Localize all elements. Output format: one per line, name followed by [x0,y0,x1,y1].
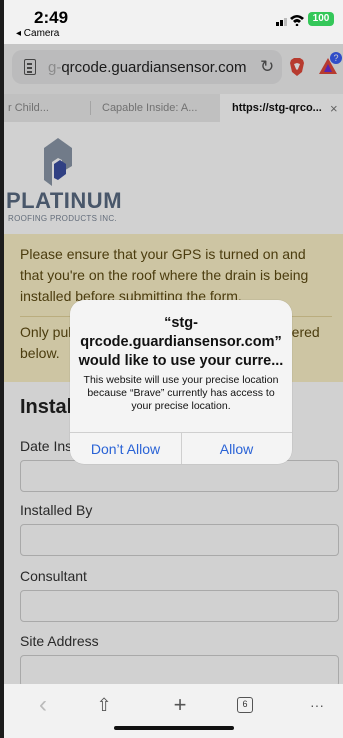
tabs-count-icon[interactable]: 6 [237,697,253,713]
more-menu-icon[interactable]: ··· [302,692,332,718]
home-indicator [114,726,234,730]
share-icon[interactable]: ⇧ [89,692,119,718]
signal-wifi-icon [276,15,304,26]
dialog-message: This website will use your precise locat… [83,374,279,412]
new-tab-icon[interactable]: + [165,692,195,718]
back-icon[interactable]: ‹ [28,692,58,718]
battery-indicator: 100 [308,12,334,26]
clock: 2:49 [34,8,69,27]
status-bar: 2:49 ◂ Camera 100 [4,0,343,44]
dont-allow-button[interactable]: Don’t Allow [70,433,181,464]
browser-window: 2:49 ◂ Camera 100 g-qrcode.guardiansenso… [4,0,343,738]
dialog-button-bar: Don’t Allow Allow [70,432,292,464]
back-to-camera-link[interactable]: ◂ Camera [16,28,59,39]
allow-button[interactable]: Allow [181,433,292,464]
dialog-title: “stg-qrcode.guardiansensor.com” would li… [78,315,284,369]
location-permission-dialog: “stg-qrcode.guardiansensor.com” would li… [70,300,292,464]
